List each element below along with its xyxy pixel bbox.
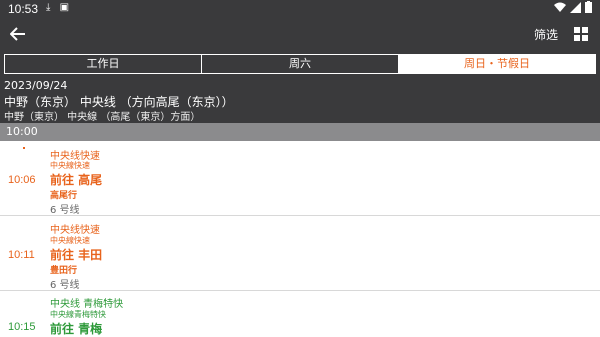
status-time: 10:53 xyxy=(8,2,39,16)
tab-weekday[interactable]: 工作日 xyxy=(5,55,202,73)
battery-icon xyxy=(585,1,592,13)
destination: 前往 丰田 xyxy=(50,248,103,262)
signal-icon xyxy=(570,1,581,13)
back-button[interactable] xyxy=(9,23,32,45)
departure-time: 10:11 xyxy=(8,249,35,261)
app-notification-icon: ▣ xyxy=(59,2,70,13)
hour-header: 10:00 xyxy=(0,123,600,141)
station-header: 2023/09/24 中野（东京） 中央线 （方向高尾（东京）） 中野（東京） … xyxy=(4,79,234,124)
toolbar: 筛选 xyxy=(0,18,600,50)
track-number: 6 号线 xyxy=(50,280,80,291)
destination: 前往 高尾 xyxy=(50,173,103,187)
line-name-jp: 中央線快速 xyxy=(50,161,90,170)
departure-time: 10:15 xyxy=(8,321,36,333)
date-label: 2023/09/24 xyxy=(4,79,68,92)
filter-button[interactable]: 筛选 xyxy=(534,26,558,43)
line-name-jp: 中央線快速 xyxy=(50,236,90,245)
destination: 前往 青梅 xyxy=(50,322,103,336)
track-number: 6 号线 xyxy=(50,205,80,216)
grid-menu-button[interactable] xyxy=(574,26,588,41)
notification-icons: ⤓ ▣ xyxy=(46,2,75,13)
line-name: 中央线 青梅特快 xyxy=(50,299,124,310)
line-name: 中央线快速 xyxy=(50,225,100,236)
departure-list: 10:06 中央线快速 中央線快速 前往 高尾 高尾行 6 号线 10:11 中… xyxy=(0,141,600,337)
tab-saturday[interactable]: 周六 xyxy=(202,55,399,73)
line-name-jp: 中央線青梅特快 xyxy=(50,310,106,319)
departure-row[interactable]: 10:15 中央线 青梅特快 中央線青梅特快 前往 青梅 xyxy=(0,291,600,337)
departure-time: 10:06 xyxy=(8,174,36,186)
departure-row[interactable]: 10:06 中央线快速 中央線快速 前往 高尾 高尾行 6 号线 xyxy=(0,141,600,216)
arrow-left-icon xyxy=(9,27,25,41)
destination-jp: 豊田行 xyxy=(50,266,78,276)
download-icon: ⤓ xyxy=(46,2,51,13)
grid-icon xyxy=(574,27,588,41)
status-bar: 10:53 ⤓ ▣ xyxy=(0,0,600,18)
station-title: 中野（东京） 中央线 （方向高尾（东京）） xyxy=(4,95,234,109)
destination-jp: 高尾行 xyxy=(50,191,78,201)
departure-row[interactable]: 10:11 中央线快速 中央線快速 前往 丰田 豊田行 6 号线 xyxy=(0,216,600,291)
system-icons xyxy=(554,1,592,13)
wifi-icon xyxy=(554,2,566,12)
marker-dot xyxy=(23,147,25,149)
day-type-tabs: 工作日 周六 周日・节假日 xyxy=(4,54,596,74)
tab-sunday-holiday[interactable]: 周日・节假日 xyxy=(399,55,595,73)
